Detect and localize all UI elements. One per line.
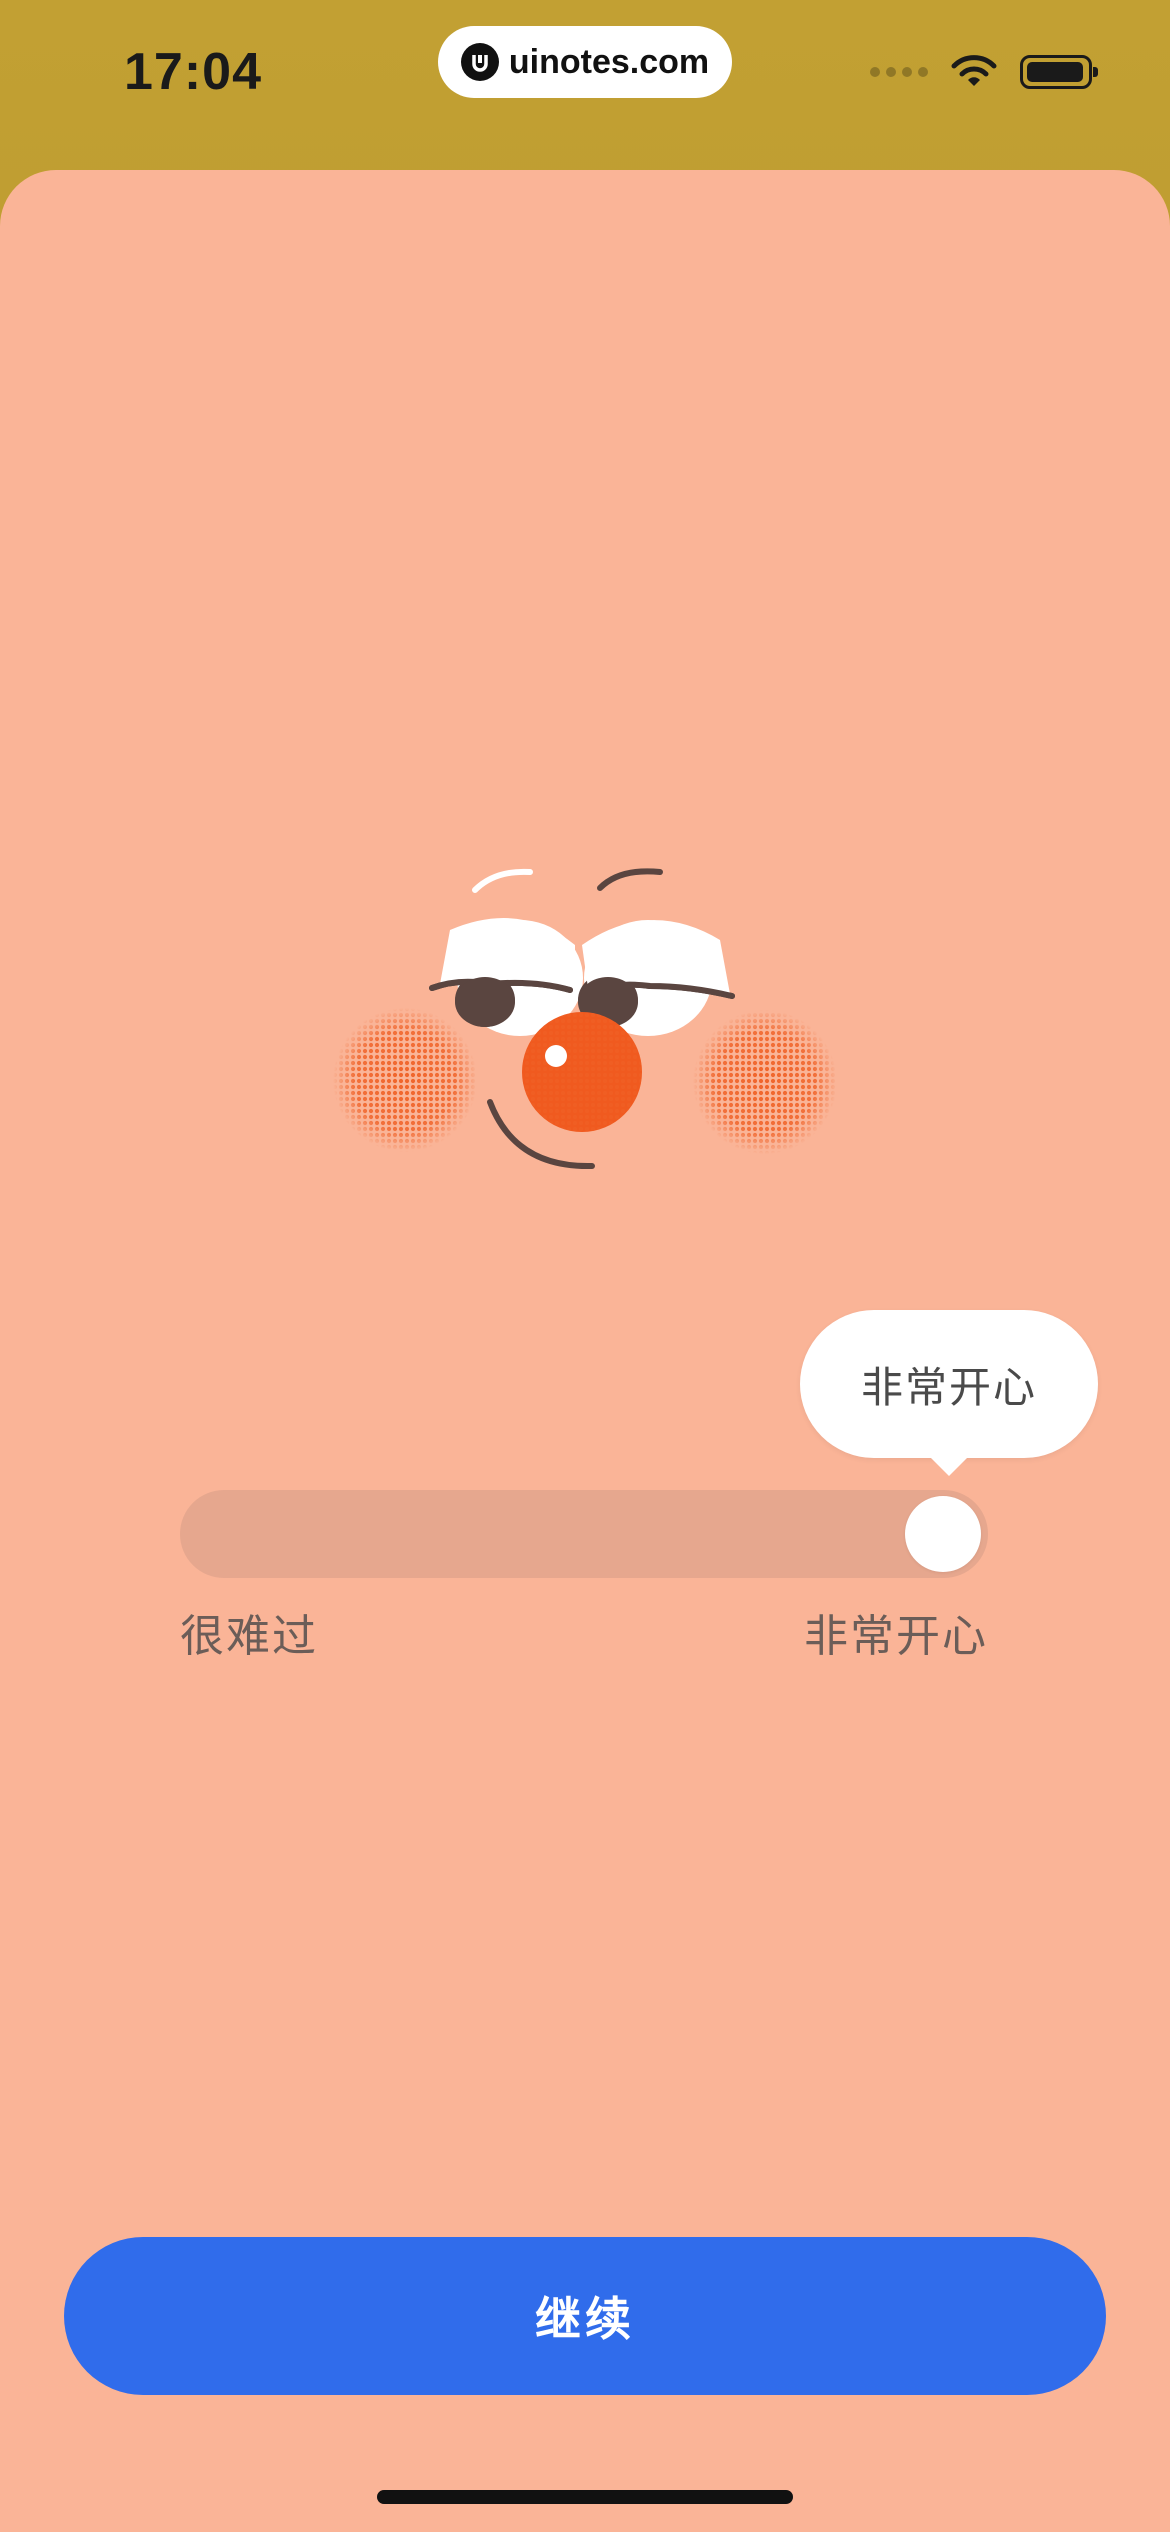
left-eyebrow: [472, 868, 533, 893]
nose-highlight: [545, 1045, 567, 1067]
site-logo-icon: [460, 43, 499, 81]
url-text: uinotes.com: [508, 42, 710, 81]
tooltip-text: 非常开心: [860, 1362, 1037, 1412]
continue-button-label: 继续: [535, 2293, 635, 2345]
home-indicator[interactable]: [377, 2490, 793, 2504]
slider-value-tooltip: 非常开心: [800, 1310, 1098, 1476]
battery-icon: [1020, 55, 1098, 89]
mood-slider-thumb[interactable]: [905, 1496, 981, 1572]
signal-icon: [870, 67, 928, 77]
mood-slider-track[interactable]: [180, 1490, 988, 1578]
mood-face-illustration: [320, 868, 850, 1170]
status-bar: 17:04 uinotes.com: [0, 0, 1170, 170]
status-icons: [870, 54, 1098, 90]
url-pill[interactable]: uinotes.com: [438, 26, 732, 98]
status-time: 17:04: [124, 43, 262, 101]
slider-min-label: 很难过: [180, 1611, 318, 1662]
right-eyebrow: [597, 868, 663, 891]
wifi-icon: [951, 55, 997, 86]
slider-max-label: 非常开心: [804, 1611, 988, 1662]
continue-button[interactable]: 继续: [64, 2237, 1106, 2395]
